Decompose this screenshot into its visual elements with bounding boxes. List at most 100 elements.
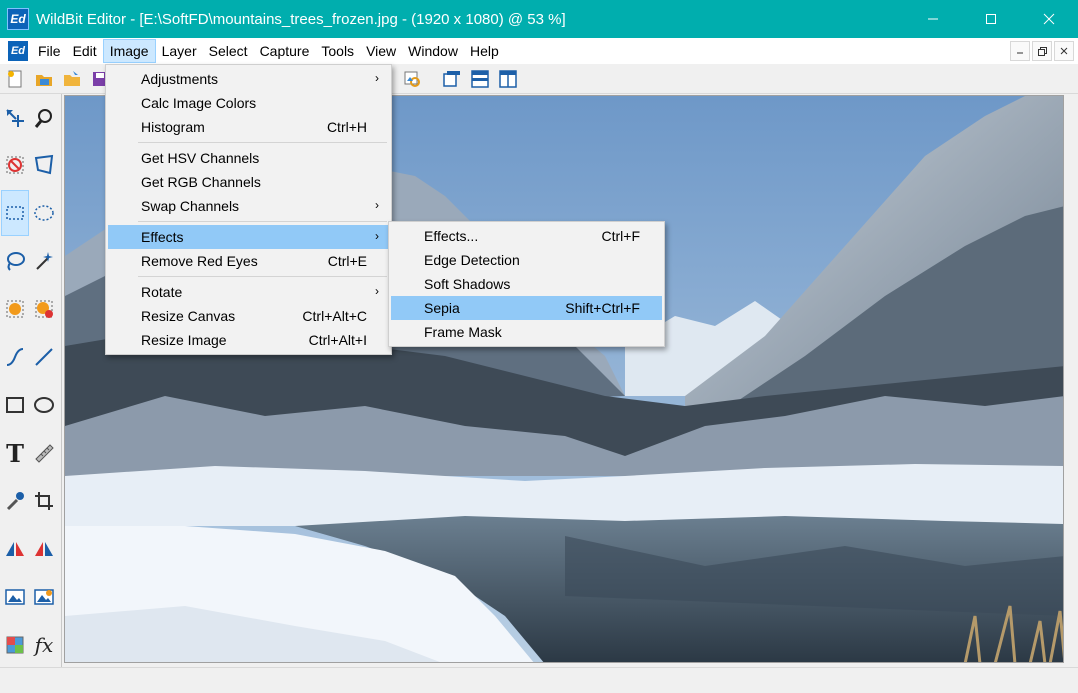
- menu-item-label: Calc Image Colors: [141, 95, 257, 111]
- menu-item-get-hsv-channels[interactable]: Get HSV Channels: [108, 146, 389, 170]
- tile-horizontal-button[interactable]: [469, 68, 491, 90]
- maximize-icon: [986, 14, 996, 24]
- clear-shape-tool[interactable]: [30, 286, 58, 332]
- text-tool[interactable]: T: [1, 430, 29, 476]
- minimize-button[interactable]: [904, 0, 962, 38]
- menu-item-sepia[interactable]: Sepia Shift+Ctrl+F: [391, 296, 662, 320]
- doc-minimize-button[interactable]: [1010, 41, 1030, 61]
- menu-item-shortcut: Ctrl+F: [601, 228, 641, 244]
- menu-item-effects[interactable]: Effects ›: [108, 225, 389, 249]
- picture-tool[interactable]: [1, 574, 29, 620]
- menu-help[interactable]: Help: [464, 39, 505, 63]
- flip-vertical-tool[interactable]: [30, 526, 58, 572]
- fill-shape-icon: [6, 300, 24, 318]
- close-icon: [1043, 13, 1055, 25]
- menu-file[interactable]: File: [32, 39, 67, 63]
- submenu-arrow-icon: ›: [375, 229, 379, 243]
- menu-item-resize-canvas[interactable]: Resize Canvas Ctrl+Alt+C: [108, 304, 389, 328]
- menu-item-effects-dialog[interactable]: Effects... Ctrl+F: [391, 224, 662, 248]
- curve-tool[interactable]: [1, 334, 29, 380]
- rectangle-icon: [6, 397, 24, 413]
- menu-item-edge-detection[interactable]: Edge Detection: [391, 248, 662, 272]
- ellipse-icon: [34, 397, 54, 413]
- menu-item-resize-image[interactable]: Resize Image Ctrl+Alt+I: [108, 328, 389, 352]
- menu-window[interactable]: Window: [402, 39, 464, 63]
- zoom-tool[interactable]: [30, 95, 58, 141]
- doc-close-button[interactable]: [1054, 41, 1074, 61]
- lasso-tool[interactable]: [1, 238, 29, 284]
- tile-horizontal-icon: [471, 70, 489, 88]
- open-image-button[interactable]: [33, 68, 55, 90]
- menu-item-label: Soft Shadows: [424, 276, 511, 292]
- menu-item-label: Resize Canvas: [141, 308, 236, 324]
- menu-item-label: Get RGB Channels: [141, 174, 261, 190]
- move-icon: [6, 109, 24, 127]
- app-icon[interactable]: Ed: [7, 8, 29, 30]
- menu-item-adjustments[interactable]: Adjustments ›: [108, 67, 389, 91]
- cascade-windows-button[interactable]: [441, 68, 463, 90]
- menu-item-label: Edge Detection: [424, 252, 520, 268]
- menu-image[interactable]: Image: [102, 39, 156, 63]
- menu-item-label: Effects: [141, 229, 184, 245]
- magic-wand-tool[interactable]: [30, 238, 58, 284]
- menu-item-label: Get HSV Channels: [141, 150, 260, 166]
- close-button[interactable]: [1020, 0, 1078, 38]
- cascade-windows-icon: [443, 71, 460, 87]
- menu-item-label: Remove Red Eyes: [141, 253, 258, 269]
- image-search-button[interactable]: [401, 68, 423, 90]
- submenu-arrow-icon: ›: [375, 198, 379, 212]
- ellipse-select-tool[interactable]: [30, 190, 58, 236]
- menu-item-label: Frame Mask: [424, 324, 502, 340]
- menu-item-calc-image-colors[interactable]: Calc Image Colors: [108, 91, 389, 115]
- minimize-icon: [1017, 52, 1023, 54]
- menu-edit[interactable]: Edit: [67, 39, 103, 63]
- open-folder-button[interactable]: [61, 68, 83, 90]
- document-icon[interactable]: Ed: [8, 41, 28, 61]
- ellipse-tool[interactable]: [30, 382, 58, 428]
- ruler-tool[interactable]: [30, 430, 58, 476]
- picture-adjust-tool[interactable]: [30, 574, 58, 620]
- menu-item-label: Histogram: [141, 119, 205, 135]
- fx-icon: fx: [34, 633, 54, 657]
- flip-horizontal-tool[interactable]: [1, 526, 29, 572]
- title-bar: Ed WildBit Editor - [E:\SoftFD\mountains…: [0, 0, 1078, 38]
- fx-tool[interactable]: fx: [30, 622, 58, 668]
- crop-tool[interactable]: [30, 478, 58, 524]
- flip-horizontal-icon: [6, 542, 24, 556]
- flip-vertical-icon: [35, 542, 53, 556]
- menu-item-swap-channels[interactable]: Swap Channels ›: [108, 194, 389, 218]
- menu-item-histogram[interactable]: Histogram Ctrl+H: [108, 115, 389, 139]
- menu-select[interactable]: Select: [203, 39, 254, 63]
- picture-adjust-icon: [34, 589, 54, 605]
- color-palette-icon: [6, 636, 24, 654]
- tools-panel: T fx: [0, 94, 62, 669]
- clear-shape-icon: [35, 300, 53, 318]
- menu-item-get-rgb-channels[interactable]: Get RGB Channels: [108, 170, 389, 194]
- erase-selection-tool[interactable]: [1, 142, 29, 188]
- menu-item-rotate[interactable]: Rotate ›: [108, 280, 389, 304]
- eyedropper-tool[interactable]: [1, 478, 29, 524]
- crop-icon: [35, 492, 53, 510]
- fill-shape-tool[interactable]: [1, 286, 29, 332]
- menu-view[interactable]: View: [360, 39, 402, 63]
- rect-select-tool[interactable]: [1, 190, 29, 236]
- line-tool[interactable]: [30, 334, 58, 380]
- menu-item-soft-shadows[interactable]: Soft Shadows: [391, 272, 662, 296]
- effects-submenu: Effects... Ctrl+F Edge Detection Soft Sh…: [388, 221, 665, 347]
- menu-item-label: Swap Channels: [141, 198, 240, 214]
- rectangle-tool[interactable]: [1, 382, 29, 428]
- menu-item-frame-mask[interactable]: Frame Mask: [391, 320, 662, 344]
- window-controls: [904, 0, 1078, 38]
- menu-tools[interactable]: Tools: [315, 39, 360, 63]
- tile-vertical-button[interactable]: [497, 68, 519, 90]
- color-palette-tool[interactable]: [1, 622, 29, 668]
- new-file-button[interactable]: [5, 68, 27, 90]
- menu-item-remove-red-eyes[interactable]: Remove Red Eyes Ctrl+E: [108, 249, 389, 273]
- move-tool[interactable]: [1, 95, 29, 141]
- maximize-button[interactable]: [962, 0, 1020, 38]
- new-file-icon: [8, 70, 22, 88]
- menu-capture[interactable]: Capture: [254, 39, 316, 63]
- menu-layer[interactable]: Layer: [156, 39, 203, 63]
- transform-tool[interactable]: [30, 142, 58, 188]
- doc-restore-button[interactable]: [1032, 41, 1052, 61]
